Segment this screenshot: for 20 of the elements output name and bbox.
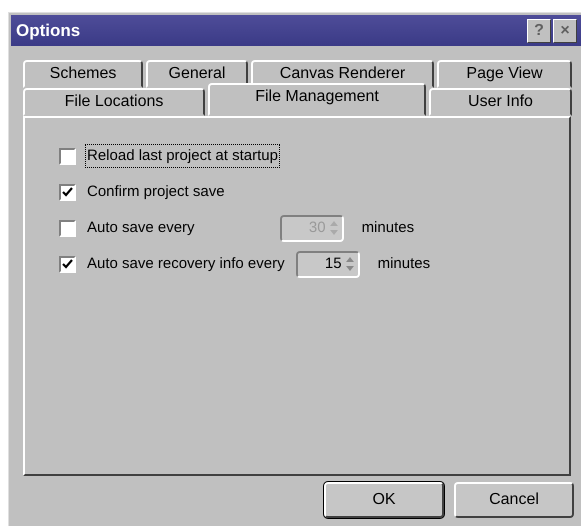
unit-label: minutes bbox=[378, 254, 430, 274]
tab[interactable]: User Info bbox=[429, 88, 572, 116]
checkbox[interactable] bbox=[59, 184, 76, 200]
tab[interactable]: Schemes bbox=[23, 60, 143, 88]
ok-button[interactable]: OK bbox=[324, 482, 444, 518]
checkbox[interactable] bbox=[59, 256, 76, 272]
unit-label: minutes bbox=[362, 218, 414, 238]
window-title: Options bbox=[16, 20, 82, 42]
checkbox[interactable] bbox=[59, 220, 76, 236]
cancel-button[interactable]: Cancel bbox=[454, 482, 574, 518]
tab[interactable]: File Management bbox=[208, 83, 426, 116]
checkbox-label[interactable]: Confirm project save bbox=[86, 180, 226, 204]
checkbox-label[interactable]: Auto save recovery info every bbox=[86, 252, 286, 276]
tab[interactable]: File Locations bbox=[23, 88, 205, 116]
tab[interactable]: Page View bbox=[437, 60, 572, 88]
spin-field[interactable]: 15 bbox=[296, 250, 360, 278]
tab[interactable]: General bbox=[146, 60, 248, 88]
checkbox-label[interactable]: Reload last project at startup bbox=[86, 144, 279, 168]
checkbox[interactable] bbox=[59, 148, 76, 164]
checkbox-label[interactable]: Auto save every bbox=[86, 216, 196, 240]
